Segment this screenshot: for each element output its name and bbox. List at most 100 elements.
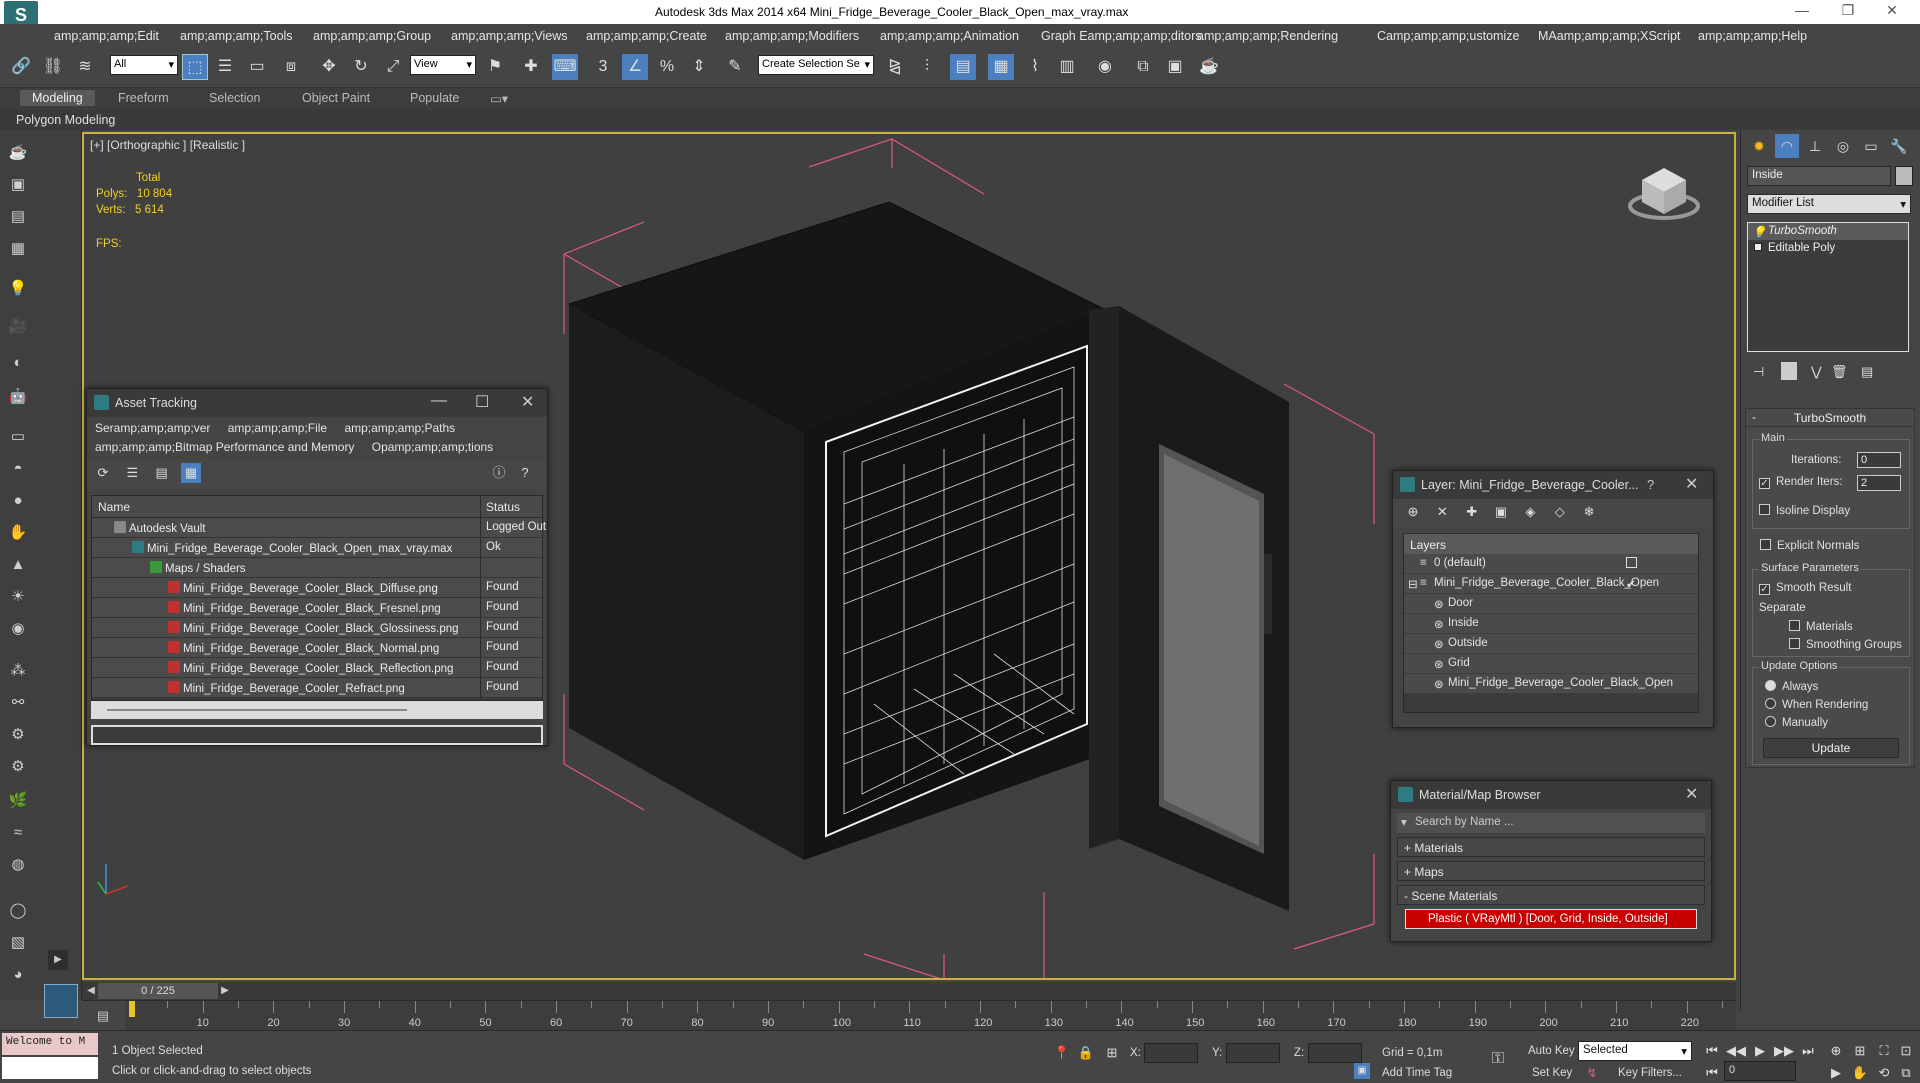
particles-icon[interactable]: ⁂ xyxy=(6,660,30,682)
menu-paths[interactable]: amp;amp;amp;Paths xyxy=(344,421,455,435)
section-materials[interactable]: + Materials xyxy=(1397,837,1705,857)
menu-options[interactable]: Opamp;amp;amp;tions xyxy=(372,440,493,454)
stack-item-turbosmooth[interactable]: 💡 TurboSmooth xyxy=(1748,223,1908,240)
table-row[interactable]: Mini_Fridge_Beverage_Cooler_Black_Reflec… xyxy=(92,658,542,678)
freeze-all-icon[interactable]: ❄ xyxy=(1579,502,1599,522)
pin-stack-icon[interactable]: ⊣ xyxy=(1753,364,1764,380)
pivot-center-icon[interactable]: ⚑ xyxy=(482,54,508,80)
render-setup-icon[interactable]: ⧉ xyxy=(1130,54,1156,80)
table-row[interactable]: Mini_Fridge_Beverage_Cooler_Black_Normal… xyxy=(92,638,542,658)
prev-frame-icon[interactable]: ◀ xyxy=(84,982,98,1000)
material-icon[interactable]: ◕ xyxy=(6,964,30,986)
table-icon[interactable]: ▦ xyxy=(6,238,30,260)
curve-editor-icon[interactable]: ⌇ xyxy=(1022,54,1048,80)
isoline-display-checkbox[interactable] xyxy=(1759,504,1770,515)
select-manipulate-icon[interactable]: ✚ xyxy=(518,54,544,80)
expand-arrow-icon[interactable]: ▶ xyxy=(48,950,68,970)
expand-plus-icon[interactable] xyxy=(1754,243,1762,251)
ribbon-toggle-icon[interactable]: ▦ xyxy=(988,54,1014,80)
teapot-icon[interactable]: ☕ xyxy=(6,142,30,164)
key-filters-button[interactable]: Key Filters... xyxy=(1618,1067,1682,1079)
manually-radio[interactable] xyxy=(1765,716,1776,727)
camera-icon[interactable]: 🎥 xyxy=(6,316,30,338)
material-map-browser[interactable]: Material/Map Browser ✕ ▾ Search by Name … xyxy=(1390,780,1712,942)
current-frame-field[interactable]: 0 xyxy=(1724,1061,1796,1081)
zoom-extents-all-icon[interactable]: ⊡ xyxy=(1896,1041,1916,1061)
bones-icon[interactable]: ⚯ xyxy=(6,692,30,714)
lock-selection-icon[interactable]: 🔒 xyxy=(1076,1043,1096,1063)
rotate-icon[interactable]: ↻ xyxy=(348,54,374,80)
when-rendering-radio[interactable] xyxy=(1765,698,1776,709)
edit-named-sets-icon[interactable]: ✎ xyxy=(722,54,748,80)
globe-icon[interactable]: ◯ xyxy=(6,900,30,922)
layer-item[interactable]: ⊟ ≡ Mini_Fridge_Beverage_Cooler_Black_Open… xyxy=(1404,574,1698,594)
add-time-tag[interactable]: Add Time Tag xyxy=(1382,1067,1452,1079)
display-tab-icon[interactable]: ▭ xyxy=(1859,134,1883,158)
object-color-swatch[interactable] xyxy=(1895,166,1913,186)
help-button[interactable]: ? xyxy=(1647,477,1654,492)
link-icon[interactable]: 🔗 xyxy=(8,54,34,80)
layer-item[interactable]: ⊛ Door xyxy=(1404,594,1698,614)
asset-tracking-titlebar[interactable]: Asset Tracking — ☐ ✕ xyxy=(87,389,547,417)
menu-graph-editors[interactable]: Graph Eamp;amp;amp;ditors xyxy=(1041,29,1202,43)
sun-icon[interactable]: ☀ xyxy=(6,586,30,608)
biped-icon[interactable]: ⚙ xyxy=(6,724,30,746)
layer-item[interactable]: ⊛ Inside xyxy=(1404,614,1698,634)
table-row[interactable]: Maps / Shaders xyxy=(92,558,542,578)
scene-material-item[interactable]: Plastic ( VRayMtl ) [Door, Grid, Inside,… xyxy=(1405,909,1697,929)
table-row[interactable]: Mini_Fridge_Beverage_Cooler_Refract.png F… xyxy=(92,678,542,698)
explicit-normals-checkbox[interactable] xyxy=(1760,539,1771,550)
keyboard-shortcut-icon[interactable]: ⌨ xyxy=(552,54,578,80)
material-search-input[interactable]: ▾ Search by Name ... xyxy=(1397,813,1705,833)
table-row[interactable]: Mini_Fridge_Beverage_Cooler_Black_Fresne… xyxy=(92,598,542,618)
prev-key-icon[interactable]: ◀◀ xyxy=(1726,1041,1746,1061)
asset-path-field[interactable] xyxy=(91,725,543,745)
snap-toggle-icon[interactable]: 3 xyxy=(590,54,616,80)
layer-item[interactable]: ≡ 0 (default) xyxy=(1404,554,1698,574)
layer-item[interactable]: ⊛ Outside xyxy=(1404,634,1698,654)
selection-filter-select[interactable]: All xyxy=(110,55,178,75)
maximize-viewport-icon[interactable]: ⧉ xyxy=(1896,1063,1916,1083)
delete-layer-icon[interactable]: ✕ xyxy=(1432,502,1452,522)
mini-curve-editor-icon[interactable] xyxy=(44,984,78,1018)
light-icon[interactable]: 💡 xyxy=(6,278,30,300)
tab-object-paint[interactable]: Object Paint xyxy=(302,91,370,105)
render-frame-icon[interactable]: ▣ xyxy=(6,174,30,196)
minimize-icon[interactable]: — xyxy=(431,392,447,410)
current-layer-checkbox[interactable] xyxy=(1626,557,1637,568)
hierarchy-tab-icon[interactable]: ⊥ xyxy=(1803,134,1827,158)
tab-freeform[interactable]: Freeform xyxy=(118,91,169,105)
smooth-result-checkbox[interactable]: ✓ xyxy=(1759,584,1770,595)
plant-icon[interactable]: 🌿 xyxy=(6,790,30,812)
rect-selection-icon[interactable]: ▭ xyxy=(244,54,270,80)
layer-window[interactable]: Layer: Mini_Fridge_Beverage_Cooler... ? … xyxy=(1392,470,1714,728)
rollout-title[interactable]: - TurboSmooth xyxy=(1746,409,1914,427)
utilities-tab-icon[interactable]: 🔧 xyxy=(1887,134,1911,158)
unlink-icon[interactable]: ⛓ xyxy=(40,54,66,80)
section-scene-materials[interactable]: - Scene Materials xyxy=(1397,885,1705,905)
mirror-icon[interactable]: ⧎ xyxy=(882,54,908,80)
bind-spacewarp-icon[interactable]: ≋ xyxy=(72,54,98,80)
schematic-view-icon[interactable]: ▥ xyxy=(1054,54,1080,80)
menu-edit[interactable]: amp;amp;amp;Edit xyxy=(54,29,159,43)
select-by-name-icon[interactable]: ☰ xyxy=(212,54,238,80)
gear-icon[interactable]: ⚙ xyxy=(6,756,30,778)
plane-icon[interactable]: ▭ xyxy=(6,426,30,448)
tab-selection[interactable]: Selection xyxy=(209,91,260,105)
update-button[interactable]: Update xyxy=(1763,738,1899,758)
material-editor-icon[interactable]: ◉ xyxy=(1092,54,1118,80)
layer-list[interactable]: Layers ≡ 0 (default) ⊟ ≡ Mini_Fridge_Bevera… xyxy=(1403,533,1699,713)
next-key-icon[interactable]: ▶▶ xyxy=(1774,1041,1794,1061)
modifier-stack[interactable]: 💡 TurboSmooth Editable Poly xyxy=(1747,222,1909,352)
hand-icon[interactable]: ✋ xyxy=(6,522,30,544)
refresh-icon[interactable]: ⟳ xyxy=(93,463,113,483)
key-mode-toggle-icon[interactable]: ⏮ xyxy=(1702,1063,1722,1083)
section-maps[interactable]: + Maps xyxy=(1397,861,1705,881)
align-icon[interactable]: ⫶ xyxy=(914,54,940,80)
create-tab-icon[interactable]: ✹ xyxy=(1747,134,1771,158)
helper-icon[interactable]: ◐ xyxy=(6,352,30,374)
maxscript-listener[interactable]: Welcome to M xyxy=(2,1033,98,1055)
track-bar-filter-icon[interactable]: ▤ xyxy=(81,1001,125,1031)
zoom-icon[interactable]: ⊕ xyxy=(1826,1041,1846,1061)
always-radio[interactable] xyxy=(1765,680,1776,691)
